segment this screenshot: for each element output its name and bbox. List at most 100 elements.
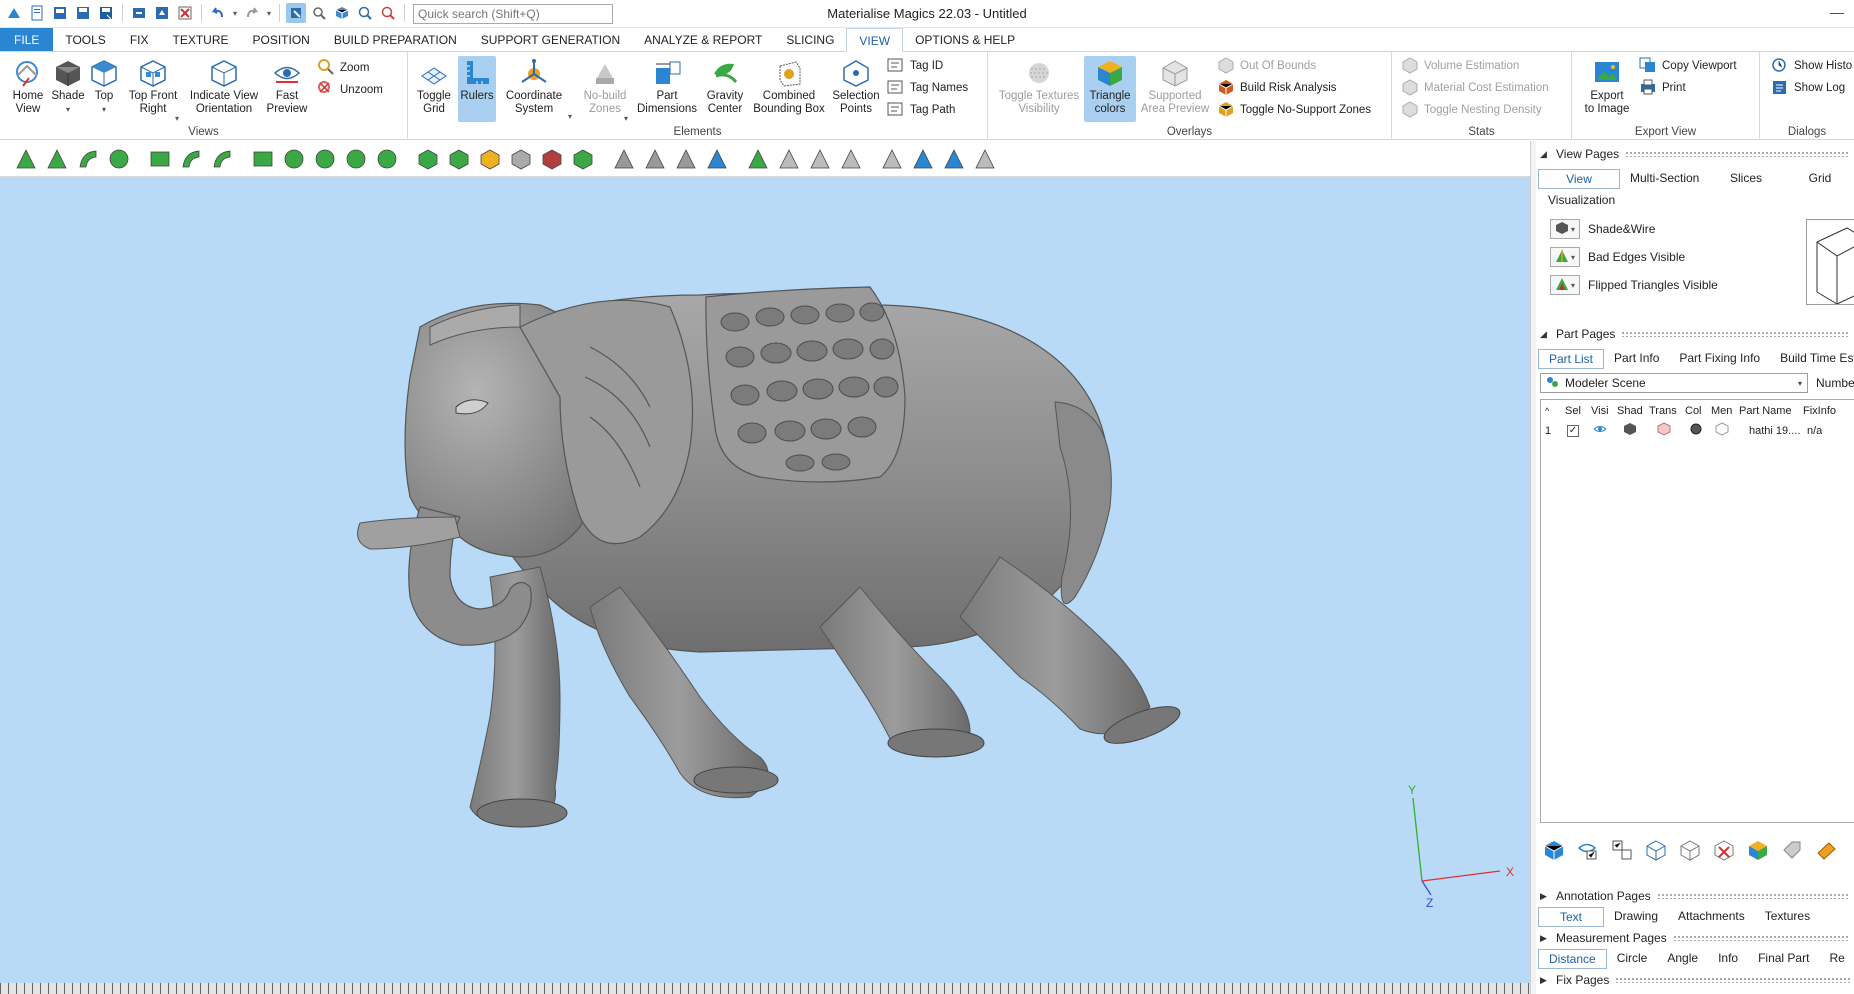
open-file-icon[interactable] xyxy=(50,3,70,23)
surface-select-icon[interactable] xyxy=(76,147,100,171)
tab-fix[interactable]: FIX xyxy=(118,28,161,51)
material-cost-estimation-button[interactable]: Material Cost Estimation xyxy=(1400,78,1549,98)
view-pages-header[interactable]: ◢ View Pages xyxy=(1540,145,1850,163)
unmark-icon[interactable] xyxy=(746,147,770,171)
cube-select-2-icon[interactable] xyxy=(447,147,471,171)
mark-triangle-3-icon[interactable] xyxy=(674,147,698,171)
fix-pages-header[interactable]: ▶ Fix Pages xyxy=(1540,971,1850,989)
brush-select-icon[interactable] xyxy=(210,147,234,171)
tab-part-info[interactable]: Part Info xyxy=(1604,349,1669,369)
tab-analyze-report[interactable]: ANALYZE & REPORT xyxy=(632,28,774,51)
volume-estimation-button[interactable]: Volume Estimation xyxy=(1400,56,1519,76)
tab-attachments[interactable]: Attachments xyxy=(1668,907,1755,927)
color-cube-icon[interactable] xyxy=(1744,837,1772,863)
column-header[interactable]: FixInfo xyxy=(1803,402,1853,420)
zoom-mode-icon[interactable] xyxy=(309,3,329,23)
new-file-icon[interactable] xyxy=(27,3,47,23)
tab-re[interactable]: Re xyxy=(1819,949,1854,969)
column-header[interactable]: Shad xyxy=(1617,402,1645,420)
chevron-down-icon[interactable]: ▾ xyxy=(66,103,70,116)
toggle-nesting-density-button[interactable]: Toggle Nesting Density xyxy=(1400,100,1542,120)
quick-search-input[interactable] xyxy=(413,4,613,24)
view-cube-preview[interactable] xyxy=(1806,219,1854,305)
elephant-model[interactable]: Y X Z xyxy=(0,177,1530,983)
undo-icon[interactable] xyxy=(208,3,228,23)
chevron-down-icon[interactable]: ▾ xyxy=(568,112,572,121)
box-select-icon[interactable] xyxy=(148,147,172,171)
unzoom-button[interactable]: Unzoom xyxy=(316,80,383,100)
tab-part-fixing-info[interactable]: Part Fixing Info xyxy=(1669,349,1770,369)
redo-icon[interactable] xyxy=(242,3,262,23)
supported-area-preview-button[interactable]: Supported Area Preview xyxy=(1138,56,1212,116)
tab-angle[interactable]: Angle xyxy=(1657,949,1708,969)
ring-select-icon[interactable] xyxy=(282,147,306,171)
collapse-icon[interactable]: ◢ xyxy=(1540,329,1550,340)
label-icon[interactable] xyxy=(1812,837,1840,863)
top-view-button[interactable]: Top ▾ xyxy=(86,56,122,116)
transparency-icon[interactable] xyxy=(1657,422,1671,440)
mark-triangle-icon[interactable] xyxy=(612,147,636,171)
grow-2-icon[interactable] xyxy=(911,147,935,171)
combined-bounding-box-button[interactable]: Combined Bounding Box xyxy=(750,56,828,116)
unmark-2-icon[interactable] xyxy=(777,147,801,171)
mark-triangle-4-icon[interactable] xyxy=(705,147,729,171)
fast-preview-button[interactable]: Fast Preview xyxy=(264,56,310,116)
tag-icon[interactable] xyxy=(1778,837,1806,863)
selection-points-button[interactable]: Selection Points xyxy=(828,56,884,116)
cube-select-icon[interactable] xyxy=(416,147,440,171)
zoom-icon[interactable] xyxy=(355,3,375,23)
tab-grid[interactable]: Grid xyxy=(1788,169,1852,189)
out-of-bounds-button[interactable]: Out Of Bounds xyxy=(1216,56,1316,76)
measurement-pages-header[interactable]: ▶ Measurement Pages xyxy=(1540,929,1850,947)
tab-build-time-estimation[interactable]: Build Time Est xyxy=(1770,349,1854,369)
bad-edges-dropdown[interactable]: ▾ xyxy=(1550,247,1580,267)
app-menu-icon[interactable] xyxy=(4,3,24,23)
tab-view-page[interactable]: View xyxy=(1538,169,1620,189)
triangle-select-icon[interactable] xyxy=(45,147,69,171)
cube-green-icon[interactable] xyxy=(571,147,595,171)
unmark-4-icon[interactable] xyxy=(839,147,863,171)
grow-3-icon[interactable] xyxy=(942,147,966,171)
tab-distance[interactable]: Distance xyxy=(1538,949,1607,969)
annotation-pages-header[interactable]: ▶ Annotation Pages xyxy=(1540,887,1850,905)
tab-slices[interactable]: Slices xyxy=(1704,169,1788,189)
save-part-icon[interactable] xyxy=(152,3,172,23)
cube-outline-icon[interactable] xyxy=(509,147,533,171)
home-view-button[interactable]: Home View xyxy=(6,56,50,116)
select-mode-icon[interactable] xyxy=(286,3,306,23)
column-header[interactable]: Trans xyxy=(1649,402,1681,420)
chevron-down-icon[interactable]: ▾ xyxy=(175,114,179,123)
memory-icon[interactable] xyxy=(1715,422,1729,440)
coordinate-system-button[interactable]: Coordinate System xyxy=(500,56,568,116)
save-icon[interactable] xyxy=(73,3,93,23)
lasso-select-icon[interactable] xyxy=(179,147,203,171)
visibility-toggle-icon[interactable] xyxy=(1574,837,1602,863)
shade-cube-icon[interactable] xyxy=(1623,422,1637,440)
tab-drawing[interactable]: Drawing xyxy=(1604,907,1668,927)
cube-add-icon[interactable] xyxy=(1642,837,1670,863)
column-header[interactable]: Men xyxy=(1711,402,1735,420)
cylinder-select-icon[interactable] xyxy=(375,147,399,171)
tab-final-part[interactable]: Final Part xyxy=(1748,949,1819,969)
unzoom-icon[interactable] xyxy=(378,3,398,23)
toggle-no-support-zones-button[interactable]: Toggle No-Support Zones xyxy=(1216,100,1371,120)
toggle-textures-visibility-button[interactable]: Toggle Textures Visibility xyxy=(996,56,1082,116)
tab-build-preparation[interactable]: BUILD PREPARATION xyxy=(322,28,469,51)
no-build-zones-button[interactable]: No-build Zones xyxy=(576,56,634,116)
delete-part-icon[interactable] xyxy=(1710,837,1738,863)
shade-button[interactable]: Shade ▾ xyxy=(50,56,86,116)
redo-dropdown-icon[interactable]: ▾ xyxy=(265,3,273,23)
chevron-down-icon[interactable]: ▾ xyxy=(624,114,628,123)
grow-icon[interactable] xyxy=(880,147,904,171)
tab-info[interactable]: Info xyxy=(1708,949,1748,969)
tab-textures[interactable]: Textures xyxy=(1755,907,1820,927)
build-risk-analysis-button[interactable]: Build Risk Analysis xyxy=(1216,78,1337,98)
view-cube-icon[interactable] xyxy=(332,3,352,23)
chevron-down-icon[interactable]: ▾ xyxy=(102,103,106,116)
gravity-center-button[interactable]: Gravity Center xyxy=(702,56,748,116)
toggle-grid-button[interactable]: Toggle Grid xyxy=(414,56,454,116)
visible-eye-icon[interactable] xyxy=(1593,422,1607,440)
part-list-table[interactable]: ^ Sel Visi Shad Trans Col Men Part Name … xyxy=(1540,399,1854,823)
cube-remove-icon[interactable] xyxy=(1676,837,1704,863)
part-dimensions-button[interactable]: Part Dimensions xyxy=(636,56,698,116)
